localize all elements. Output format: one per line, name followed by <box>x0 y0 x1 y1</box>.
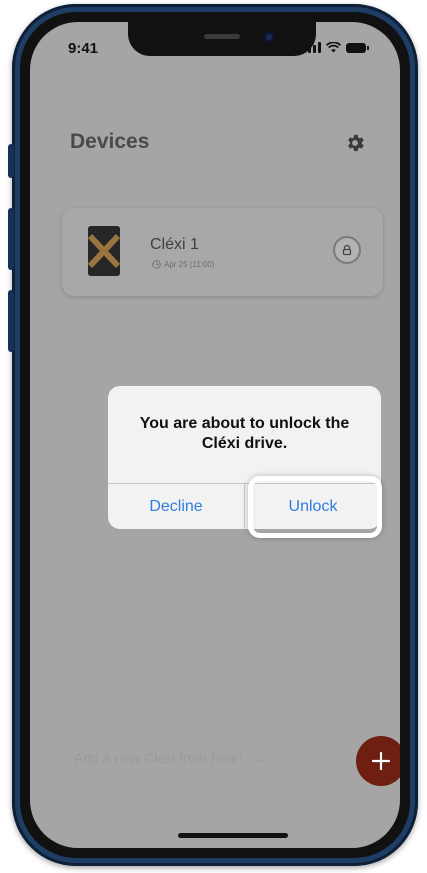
device-last-seen: Apr 25 (11:00) <box>152 260 215 269</box>
signal-icon <box>303 42 321 53</box>
wifi-icon <box>326 42 341 53</box>
add-device-button[interactable] <box>356 736 400 786</box>
plus-icon <box>371 751 391 771</box>
page-title: Devices <box>70 130 150 153</box>
unlock-highlight-box <box>248 476 382 538</box>
alert-message: You are about to unlock the Cléxi drive. <box>139 415 350 452</box>
arrow-right-icon: → <box>250 750 265 766</box>
status-icons <box>303 42 369 53</box>
add-device-hint: Add a new Clexi from here! → <box>74 750 265 766</box>
phone-bezel: 9:41 Devices Cléxi 1 Apr 25 (11:00) You … <box>20 12 410 858</box>
front-camera <box>264 32 274 42</box>
mute-switch <box>8 144 14 178</box>
app-screen: 9:41 Devices Cléxi 1 Apr 25 (11:00) You … <box>30 22 400 848</box>
device-last-seen-text: Apr 25 (11:00) <box>164 260 215 269</box>
earpiece-speaker <box>204 34 240 39</box>
volume-up-button <box>8 208 14 270</box>
volume-down-button <box>8 290 14 352</box>
lock-icon <box>342 244 352 256</box>
clock-icon <box>152 260 161 269</box>
device-name: Cléxi 1 <box>150 236 199 253</box>
decline-button[interactable]: Decline <box>108 484 244 529</box>
add-hint-text: Add a new Clexi from here! <box>74 750 243 766</box>
status-time: 9:41 <box>68 40 99 57</box>
phone-frame: 9:41 Devices Cléxi 1 Apr 25 (11:00) You … <box>8 4 418 866</box>
lock-button[interactable] <box>333 236 361 264</box>
gear-icon[interactable] <box>344 132 366 154</box>
notch <box>128 22 316 56</box>
device-thumbnail <box>88 226 120 276</box>
home-indicator[interactable] <box>178 833 288 838</box>
battery-icon <box>346 43 369 53</box>
device-card[interactable]: Cléxi 1 Apr 25 (11:00) <box>62 208 383 296</box>
